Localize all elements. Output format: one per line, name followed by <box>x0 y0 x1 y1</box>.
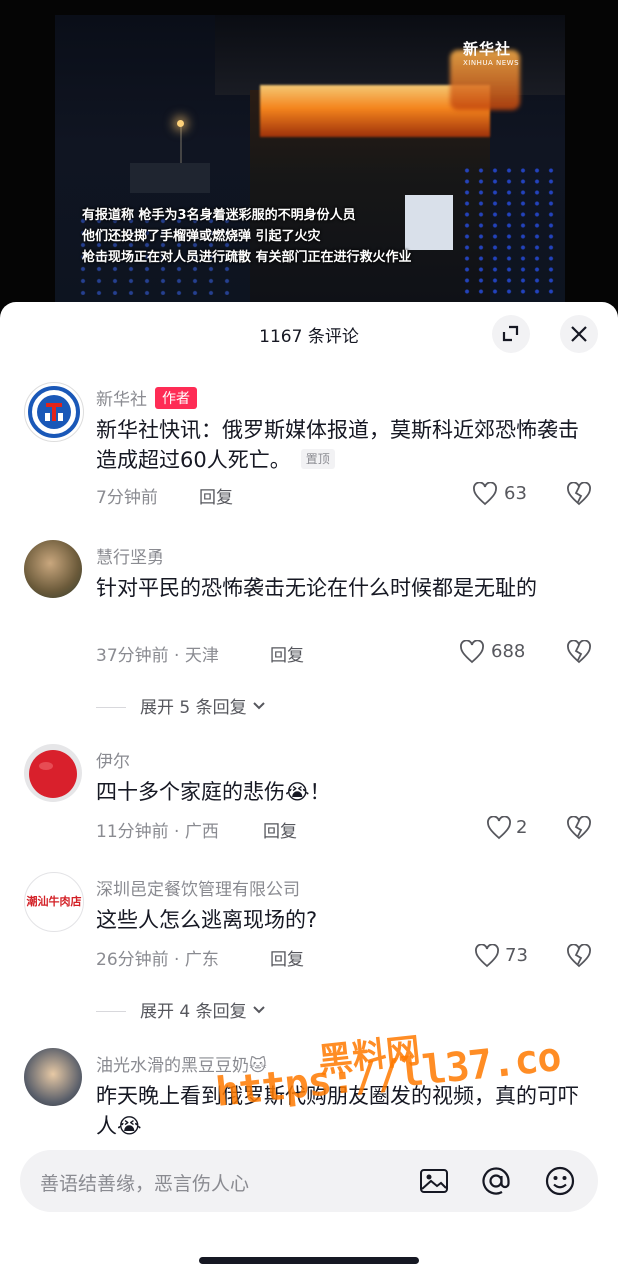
xinhua-logo: 新华社 XINHUA NEWS <box>463 40 520 67</box>
chevron-down-icon <box>252 1006 265 1014</box>
expand-button[interactable] <box>492 315 530 353</box>
dislike-icon[interactable] <box>566 640 592 664</box>
comment-text: 四十多个家庭的悲伤😭！ <box>96 780 331 804</box>
like-count: 2 <box>516 817 528 838</box>
close-button[interactable] <box>560 315 598 353</box>
comment-time: 11分钟前 · 广西 <box>96 822 219 842</box>
reply-button[interactable]: 回复 <box>263 817 297 842</box>
username[interactable]: 伊尔 <box>96 747 130 772</box>
red-ball-icon <box>29 750 77 798</box>
like-icon[interactable] <box>459 640 485 664</box>
video-subtitle: 他们还投掷了手榴弹或燃烧弹 引起了火灾 <box>82 229 321 244</box>
comment-input-placeholder: 善语结善缘，恶言伤人心 <box>40 1173 250 1195</box>
like-count: 688 <box>491 641 526 662</box>
expand-replies-button[interactable]: 展开 4 条回复 <box>96 997 268 1022</box>
emoji-icon[interactable] <box>544 1165 576 1197</box>
video-subtitle: 有报道称 枪手为3名身着迷彩服的不明身份人员 <box>82 208 356 223</box>
comment-text: 新华社快讯：俄罗斯媒体报道，莫斯科近郊恐怖袭击造成超过60人死亡。 置顶 <box>96 418 579 472</box>
blue-lights <box>460 165 560 295</box>
comment-time: 7分钟前 <box>96 488 158 508</box>
dislike-icon[interactable] <box>566 482 592 506</box>
video-player[interactable]: 新华社 XINHUA NEWS 有报道称 枪手为3名身着迷彩服的不明身份人员 他… <box>0 0 618 320</box>
comment-time: 37分钟前 · 天津 <box>96 646 219 666</box>
at-icon[interactable] <box>480 1165 512 1197</box>
chevron-down-icon <box>252 702 265 710</box>
reply-button[interactable]: 回复 <box>270 641 304 666</box>
pinned-badge: 置顶 <box>300 449 335 469</box>
like-icon[interactable] <box>474 944 500 968</box>
comment-time: 26分钟前 · 广东 <box>96 950 219 970</box>
like-icon[interactable] <box>472 482 498 506</box>
comment-text: 针对平民的恐怖袭击无论在什么时候都是无耻的 <box>96 576 537 600</box>
avatar[interactable] <box>24 744 82 802</box>
video-subtitle: 枪击现场正在对人员进行疏散 有关部门正在进行救火作业 <box>82 250 412 265</box>
avatar[interactable] <box>24 1048 82 1106</box>
comment-sheet: 1167 条评论 新华社 作者 新华社快讯：俄罗斯媒体报道，莫斯科近郊恐怖袭击造… <box>0 302 618 1280</box>
dislike-icon[interactable] <box>566 944 592 968</box>
dislike-icon[interactable] <box>566 816 592 840</box>
username[interactable]: 慧行坚勇 <box>96 543 164 568</box>
avatar[interactable] <box>24 382 84 442</box>
image-icon[interactable] <box>418 1165 450 1197</box>
avatar[interactable] <box>24 540 82 598</box>
username[interactable]: 深圳邑定餐饮管理有限公司 <box>96 875 300 900</box>
xinhua-avatar-icon <box>28 386 80 438</box>
username[interactable]: 新华社 <box>96 390 147 410</box>
avatar[interactable]: 潮汕牛肉店 <box>24 872 84 932</box>
comment-input[interactable]: 善语结善缘，恶言伤人心 <box>20 1150 598 1212</box>
like-count: 73 <box>505 945 528 966</box>
street-lamp <box>177 120 184 127</box>
reply-button[interactable]: 回复 <box>270 945 304 970</box>
reply-button[interactable]: 回复 <box>199 483 233 508</box>
expand-replies-button[interactable]: 展开 5 条回复 <box>96 693 268 718</box>
close-icon <box>571 326 587 342</box>
home-indicator <box>199 1257 419 1264</box>
author-badge: 作者 <box>155 387 197 409</box>
expand-icon <box>502 325 519 342</box>
like-icon[interactable] <box>486 816 512 840</box>
like-count: 63 <box>504 483 527 504</box>
billboard <box>405 195 453 250</box>
comment-text: 这些人怎么逃离现场的? <box>96 908 318 932</box>
